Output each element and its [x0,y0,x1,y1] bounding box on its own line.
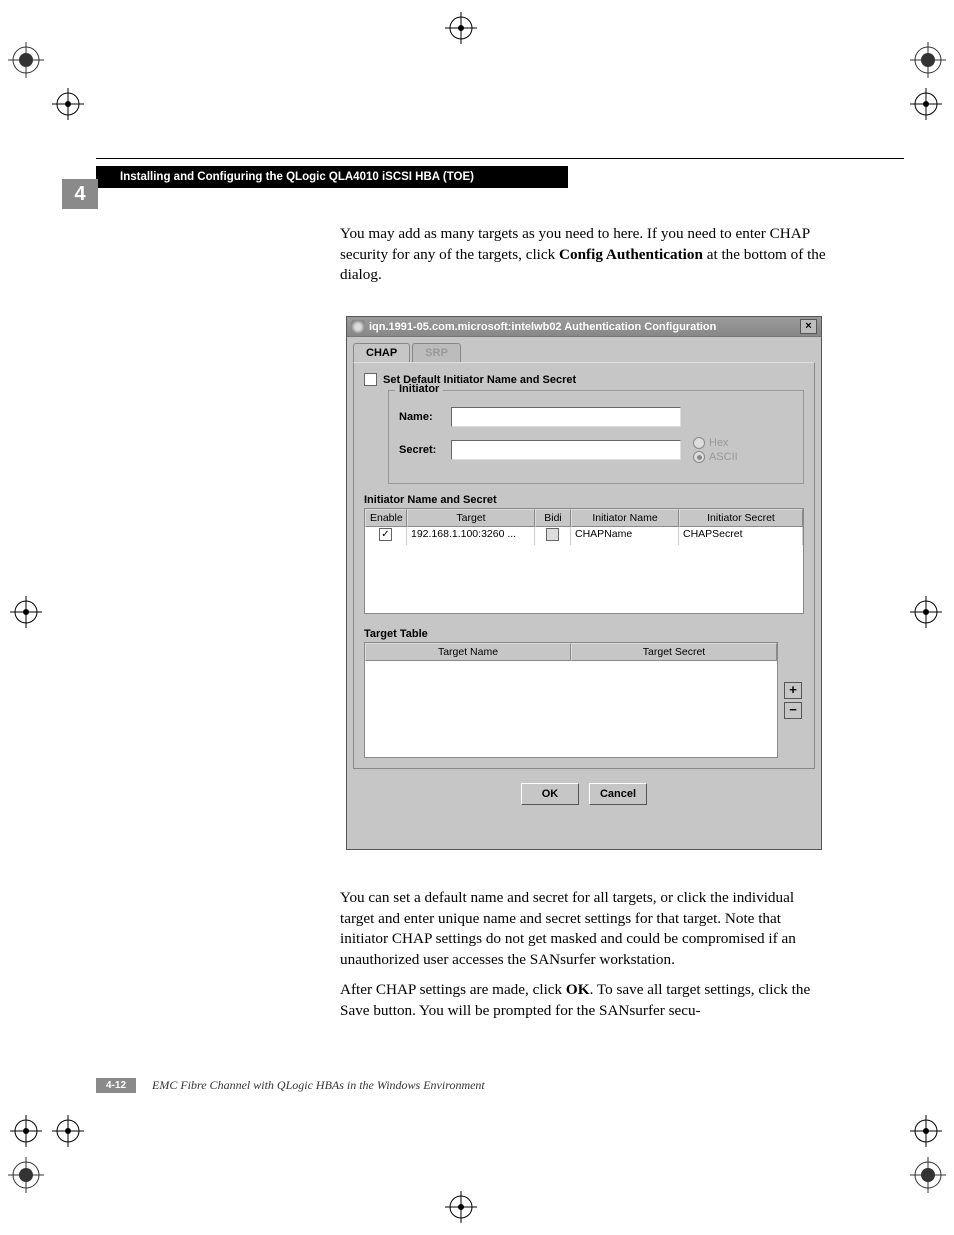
text: After CHAP settings are made, click [340,981,566,998]
initiator-legend: Initiator [395,383,443,395]
row-initiator-secret: CHAPSecret [679,527,803,545]
crop-target-icon [910,88,942,120]
row-bidi-checkbox[interactable] [546,528,559,541]
text: You can set a default name and secret fo… [340,888,830,970]
crop-target-icon [10,596,42,628]
chapter-number-tab: 4 [62,179,98,209]
crop-target-icon [52,88,84,120]
body-paragraph-lower: You can set a default name and secret fo… [340,888,830,1031]
registration-mark [910,1157,946,1193]
row-initiator-name: CHAPName [571,527,679,545]
target-table-label: Target Table [364,628,804,640]
col-target-name[interactable]: Target Name [365,643,571,661]
col-target[interactable]: Target [407,509,535,527]
tab-strip: CHAP SRP [347,337,821,362]
app-icon [351,320,365,334]
tab-panel-chap: Set Default Initiator Name and Secret In… [353,362,815,769]
remove-row-button[interactable]: − [784,702,802,719]
footer-title: EMC Fibre Channel with QLogic HBAs in th… [152,1078,485,1093]
initiator-name-input[interactable] [451,407,681,427]
secret-label: Secret: [399,444,451,456]
row-target: 192.168.1.100:3260 ... [407,527,535,545]
cancel-button[interactable]: Cancel [589,783,647,805]
crop-target-icon [910,1115,942,1147]
page-footer: 4-12 EMC Fibre Channel with QLogic HBAs … [96,1078,485,1093]
crop-target-icon [10,1115,42,1147]
table-row[interactable]: ✓ 192.168.1.100:3260 ... CHAPName CHAPSe… [365,527,803,545]
initiator-secret-input[interactable] [451,440,681,460]
col-enable[interactable]: Enable [365,509,407,527]
crop-target-icon [445,1191,477,1223]
authentication-config-dialog: iqn.1991-05.com.microsoft:intelwb02 Auth… [346,316,822,850]
dialog-titlebar: iqn.1991-05.com.microsoft:intelwb02 Auth… [347,317,821,337]
tab-srp[interactable]: SRP [412,343,461,362]
name-label: Name: [399,411,451,423]
ascii-radio[interactable] [693,451,705,463]
registration-mark [8,1157,44,1193]
initiator-table-label: Initiator Name and Secret [364,494,804,506]
add-row-button[interactable]: + [784,682,802,699]
crop-target-icon [52,1115,84,1147]
close-button[interactable]: × [800,319,817,334]
col-target-secret[interactable]: Target Secret [571,643,777,661]
col-initiator-name[interactable]: Initiator Name [571,509,679,527]
registration-mark [8,42,44,78]
initiator-table[interactable]: Enable Target Bidi Initiator Name Initia… [364,508,804,614]
hex-label: Hex [709,437,729,449]
set-default-checkbox[interactable] [364,373,377,386]
crop-target-icon [910,596,942,628]
encoding-radio-group: Hex ASCII [693,435,738,465]
text-bold: OK [566,981,590,998]
body-paragraph-1: You may add as many targets as you need … [340,224,830,296]
tab-chap[interactable]: CHAP [353,343,410,362]
ascii-label: ASCII [709,451,738,463]
crop-target-icon [445,12,477,44]
page-header: Installing and Configuring the QLogic QL… [96,166,568,188]
row-enable-checkbox[interactable]: ✓ [379,528,392,541]
registration-mark [910,42,946,78]
hex-radio[interactable] [693,437,705,449]
col-initiator-secret[interactable]: Initiator Secret [679,509,803,527]
text-bold: Config Authentication [559,246,703,263]
ok-button[interactable]: OK [521,783,579,805]
col-bidi[interactable]: Bidi [535,509,571,527]
target-table[interactable]: Target Name Target Secret [364,642,778,758]
dialog-title: iqn.1991-05.com.microsoft:intelwb02 Auth… [369,321,716,333]
initiator-fieldset: Initiator Name: Secret: Hex ASCII [388,390,804,484]
page-number: 4-12 [96,1078,136,1093]
